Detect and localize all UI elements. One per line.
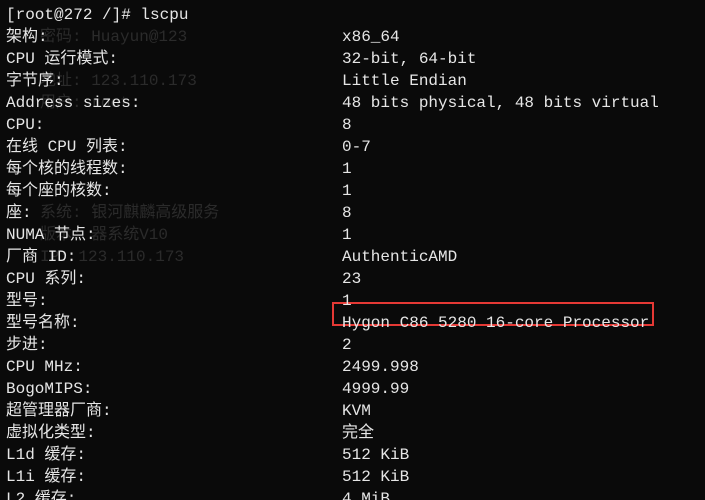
output-value: 完全 (342, 422, 699, 444)
prompt-line: [root@272 /]# lscpu (6, 4, 699, 26)
output-value: 8 (342, 202, 699, 224)
output-value: 2499.998 (342, 356, 699, 378)
output-label: L1d 缓存: (6, 444, 342, 466)
output-row: 虚拟化类型:完全 (6, 422, 699, 444)
output-value: 0-7 (342, 136, 699, 158)
output-label: Address sizes: (6, 92, 342, 114)
output-label: CPU MHz: (6, 356, 342, 378)
output-row: Address sizes:48 bits physical, 48 bits … (6, 92, 699, 114)
output-value: 1 (342, 158, 699, 180)
output-value: Little Endian (342, 70, 699, 92)
output-row: 架构:x86_64 (6, 26, 699, 48)
output-row: L1i 缓存:512 KiB (6, 466, 699, 488)
output-row: 每个座的核数:1 (6, 180, 699, 202)
output-value: 512 KiB (342, 466, 699, 488)
output-label: L2 缓存: (6, 488, 342, 500)
output-label: 虚拟化类型: (6, 422, 342, 444)
output-value: 1 (342, 180, 699, 202)
output-label: NUMA 节点: (6, 224, 342, 246)
output-row: 字节序:Little Endian (6, 70, 699, 92)
output-label: 架构: (6, 26, 342, 48)
output-row: L2 缓存:4 MiB (6, 488, 699, 500)
output-row: 超管理器厂商:KVM (6, 400, 699, 422)
output-value: x86_64 (342, 26, 699, 48)
output-label: BogoMIPS: (6, 378, 342, 400)
output-row: CPU MHz:2499.998 (6, 356, 699, 378)
output-label: 每个核的线程数: (6, 158, 342, 180)
output-value: 1 (342, 224, 699, 246)
output-label: 厂商 ID: (6, 246, 342, 268)
output-label: 超管理器厂商: (6, 400, 342, 422)
output-label: 型号: (6, 290, 342, 312)
output-value: 512 KiB (342, 444, 699, 466)
output-label: CPU: (6, 114, 342, 136)
output-value: 4999.99 (342, 378, 699, 400)
output-label: 步进: (6, 334, 342, 356)
output-value: 32-bit, 64-bit (342, 48, 699, 70)
output-row: CPU 运行模式:32-bit, 64-bit (6, 48, 699, 70)
output-row: CPU:8 (6, 114, 699, 136)
output-label: L1i 缓存: (6, 466, 342, 488)
output-label: 在线 CPU 列表: (6, 136, 342, 158)
output-value: 8 (342, 114, 699, 136)
output-value: 1 (342, 290, 699, 312)
output-row: BogoMIPS:4999.99 (6, 378, 699, 400)
output-row: CPU 系列:23 (6, 268, 699, 290)
output-value: AuthenticAMD (342, 246, 699, 268)
prompt-command: lscpu (140, 4, 188, 26)
output-row: 在线 CPU 列表:0-7 (6, 136, 699, 158)
output-row: 型号名称:Hygon C86 5280 16-core Processor (6, 312, 699, 334)
output-value: 2 (342, 334, 699, 356)
prompt-prefix: [root@272 /]# (6, 4, 140, 26)
output-row: NUMA 节点:1 (6, 224, 699, 246)
output-row: 每个核的线程数:1 (6, 158, 699, 180)
output-row: 型号:1 (6, 290, 699, 312)
output-value: KVM (342, 400, 699, 422)
terminal-window[interactable]: 密码: Huayun@123 地址: 123.110.173 用户: root … (0, 0, 705, 500)
output-label: 型号名称: (6, 312, 342, 334)
output-value: 48 bits physical, 48 bits virtual (342, 92, 699, 114)
output-value-highlighted: Hygon C86 5280 16-core Processor (342, 312, 699, 334)
output-row: L1d 缓存:512 KiB (6, 444, 699, 466)
output-value: 23 (342, 268, 699, 290)
output-label: 座: (6, 202, 342, 224)
output-row: 步进:2 (6, 334, 699, 356)
output-label: 每个座的核数: (6, 180, 342, 202)
output-label: 字节序: (6, 70, 342, 92)
output-value: 4 MiB (342, 488, 699, 500)
output-row: 厂商 ID:AuthenticAMD (6, 246, 699, 268)
output-label: CPU 运行模式: (6, 48, 342, 70)
output-label: CPU 系列: (6, 268, 342, 290)
output-row: 座:8 (6, 202, 699, 224)
